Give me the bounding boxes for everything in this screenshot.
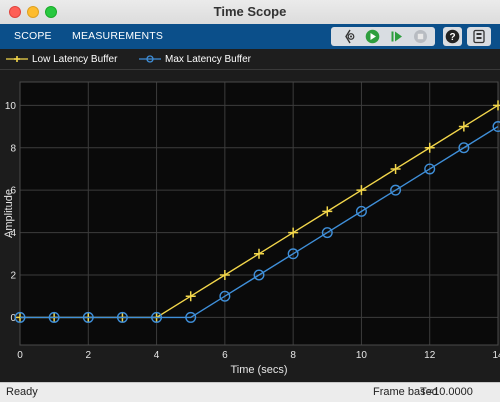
legend-swatch-circle-icon: [139, 55, 161, 63]
step-forward-icon[interactable]: [389, 29, 404, 44]
legend-label-max-latency: Max Latency Buffer: [165, 53, 251, 65]
title-bar: Time Scope: [0, 0, 500, 25]
x-tick-label: 4: [154, 350, 160, 361]
help-icon[interactable]: ?: [443, 27, 462, 46]
x-tick-label: 0: [17, 350, 23, 361]
legend-swatch-plus-icon: [6, 56, 28, 62]
status-text: Ready: [6, 386, 38, 398]
settings-cursor-icon[interactable]: [341, 29, 356, 44]
toolstrip: SCOPE MEASUREMENTS ?: [0, 24, 500, 49]
x-tick-label: 10: [356, 350, 368, 361]
simulation-time: T=10.0000: [420, 386, 473, 398]
legend-item-max-latency[interactable]: Max Latency Buffer: [139, 49, 251, 69]
window-title: Time Scope: [213, 4, 287, 19]
legend-label-low-latency: Low Latency Buffer: [32, 53, 118, 65]
y-tick-label: 8: [10, 143, 16, 154]
x-tick-label: 6: [222, 350, 228, 361]
help-glyph: ?: [449, 32, 455, 43]
legend: Low Latency Buffer Max Latency Buffer: [0, 49, 500, 70]
y-tick-label: 2: [10, 271, 16, 282]
simulation-controls: [331, 27, 435, 46]
tab-measurements[interactable]: MEASUREMENTS: [72, 30, 163, 42]
y-tick-label: 10: [5, 101, 17, 112]
run-icon[interactable]: [365, 29, 380, 44]
status-bar: Ready Frame based T=10.0000: [0, 382, 500, 402]
x-tick-label: 14: [492, 350, 500, 361]
x-tick-label: 12: [424, 350, 436, 361]
x-tick-label: 8: [290, 350, 296, 361]
legend-item-low-latency[interactable]: Low Latency Buffer: [6, 49, 117, 69]
x-tick-label: 2: [86, 350, 92, 361]
tab-scope[interactable]: SCOPE: [14, 30, 52, 42]
more-icon[interactable]: [467, 27, 491, 46]
plot-area[interactable]: 0 2 4 6 8 10 12 14 0 2 4 6 8 10 Time (secs) Amplitud…: [0, 70, 500, 382]
y-axis-label: Amplitude: [3, 189, 15, 238]
x-axis-label: Time (secs): [230, 364, 287, 376]
stop-icon[interactable]: [413, 29, 428, 44]
axes-background: [20, 82, 498, 345]
time-scope-chart: 0 2 4 6 8 10 12 14 0 2 4 6 8 10 Time (secs) Amplitud…: [3, 81, 500, 376]
x-tick-labels: 0 2 4 6 8 10 12 14: [17, 350, 500, 361]
